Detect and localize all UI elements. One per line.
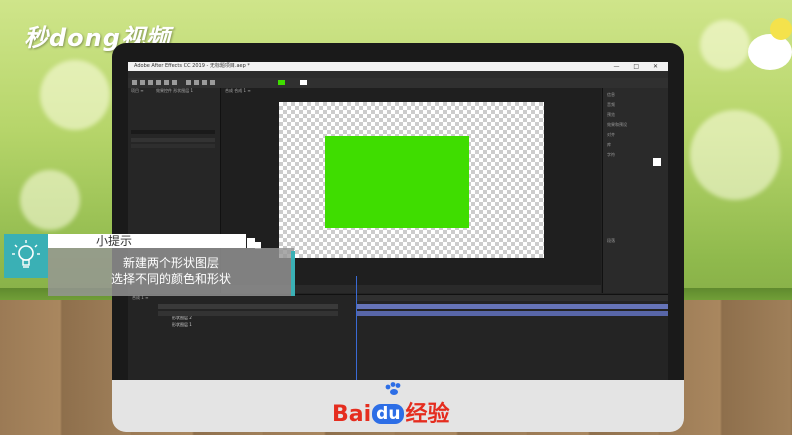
right-panel-item[interactable]: 段落 — [607, 238, 615, 244]
composition-canvas[interactable] — [279, 102, 544, 258]
tool-bar — [128, 78, 668, 88]
time-ruler[interactable] — [356, 295, 668, 301]
home-tool-icon[interactable] — [132, 80, 137, 85]
layer-track[interactable] — [356, 304, 668, 309]
tip-decoration — [247, 238, 255, 248]
tip-header-bar — [48, 234, 246, 248]
zoom-tool-icon[interactable] — [156, 80, 161, 85]
layer-row[interactable]: 形状图层 1 — [158, 311, 338, 327]
cloud-decoration — [748, 34, 792, 70]
stroke-color-swatch[interactable] — [300, 80, 307, 85]
right-panel-item[interactable]: 字符 — [607, 152, 615, 158]
menu-bar: 文件(F) 编辑(E) 合成(C) 图层(L) 效果(T) 动画(A) 视图(V… — [128, 71, 668, 87]
rectangle-tool-icon[interactable] — [186, 80, 191, 85]
tip-line-1: 新建两个形状图层 — [122, 256, 219, 270]
brand-du: du — [372, 404, 405, 424]
right-panels: 信息 音频 预览 效果和预设 对齐 库 字符 段落 — [602, 88, 668, 293]
window-titlebar: Adobe After Effects CC 2019 - 无标题项目.aep … — [128, 62, 668, 71]
project-panel-header[interactable]: 项目 ≡ — [131, 88, 144, 94]
current-time-indicator[interactable] — [356, 276, 357, 380]
layer-track[interactable] — [356, 311, 668, 316]
cloud-decoration — [770, 18, 792, 40]
ae-screen: Adobe After Effects CC 2019 - 无标题项目.aep … — [128, 62, 668, 380]
tip-title: 小提示 — [96, 234, 133, 248]
hand-tool-icon[interactable] — [148, 80, 153, 85]
color-picker-swatch[interactable] — [653, 158, 661, 166]
right-panel-item[interactable]: 音频 — [607, 102, 615, 108]
brand-suffix: 经验 — [405, 402, 450, 427]
paw-icon — [385, 382, 401, 395]
layer-row[interactable]: 形状图层 2 — [158, 304, 338, 320]
window-controls[interactable]: — □ ✕ — [613, 63, 664, 70]
project-search-bar[interactable] — [131, 130, 215, 134]
background-bokeh — [20, 170, 80, 230]
text-tool-icon[interactable] — [202, 80, 207, 85]
right-panel-item[interactable]: 信息 — [607, 92, 615, 98]
lightbulb-icon — [4, 234, 48, 278]
right-panel-item[interactable]: 预览 — [607, 112, 615, 118]
composition-tab[interactable]: 合成 合成 1 ≡ — [225, 88, 251, 94]
fill-color-swatch[interactable] — [278, 80, 285, 85]
background-bokeh — [40, 60, 110, 130]
tip-accent-bar — [291, 251, 295, 296]
effects-controls-header[interactable]: 效果控件 形状图层 1 — [156, 88, 193, 94]
baidu-jingyan-logo: Bai du 经验 — [332, 382, 450, 428]
tip-line-2: 选择不同的颜色和形状 — [110, 272, 231, 286]
timeline-panel: 合成 1 ≡ 形状图层 2 形状图层 1 — [128, 294, 668, 380]
rotate-tool-icon[interactable] — [164, 80, 169, 85]
layer-name: 形状图层 1 — [172, 322, 192, 327]
green-shape-layer[interactable] — [325, 136, 469, 228]
pen-tool-icon[interactable] — [194, 80, 199, 85]
camera-tool-icon[interactable] — [172, 80, 177, 85]
brand-bai: Bai — [332, 402, 372, 427]
background-bokeh — [690, 110, 780, 200]
window-title: Adobe After Effects CC 2019 - 无标题项目.aep … — [134, 63, 250, 69]
project-item-row[interactable] — [131, 138, 215, 142]
brush-tool-icon[interactable] — [210, 80, 215, 85]
right-panel-item[interactable]: 效果和预设 — [607, 122, 627, 128]
project-item-row[interactable] — [131, 144, 215, 148]
lightbulb-svg — [12, 240, 40, 268]
right-panel-item[interactable]: 对齐 — [607, 132, 615, 138]
right-panel-item[interactable]: 库 — [607, 142, 611, 148]
background-bokeh — [700, 20, 750, 70]
tip-body: 新建两个形状图层 选择不同的颜色和形状 — [48, 248, 294, 296]
selection-tool-icon[interactable] — [140, 80, 145, 85]
